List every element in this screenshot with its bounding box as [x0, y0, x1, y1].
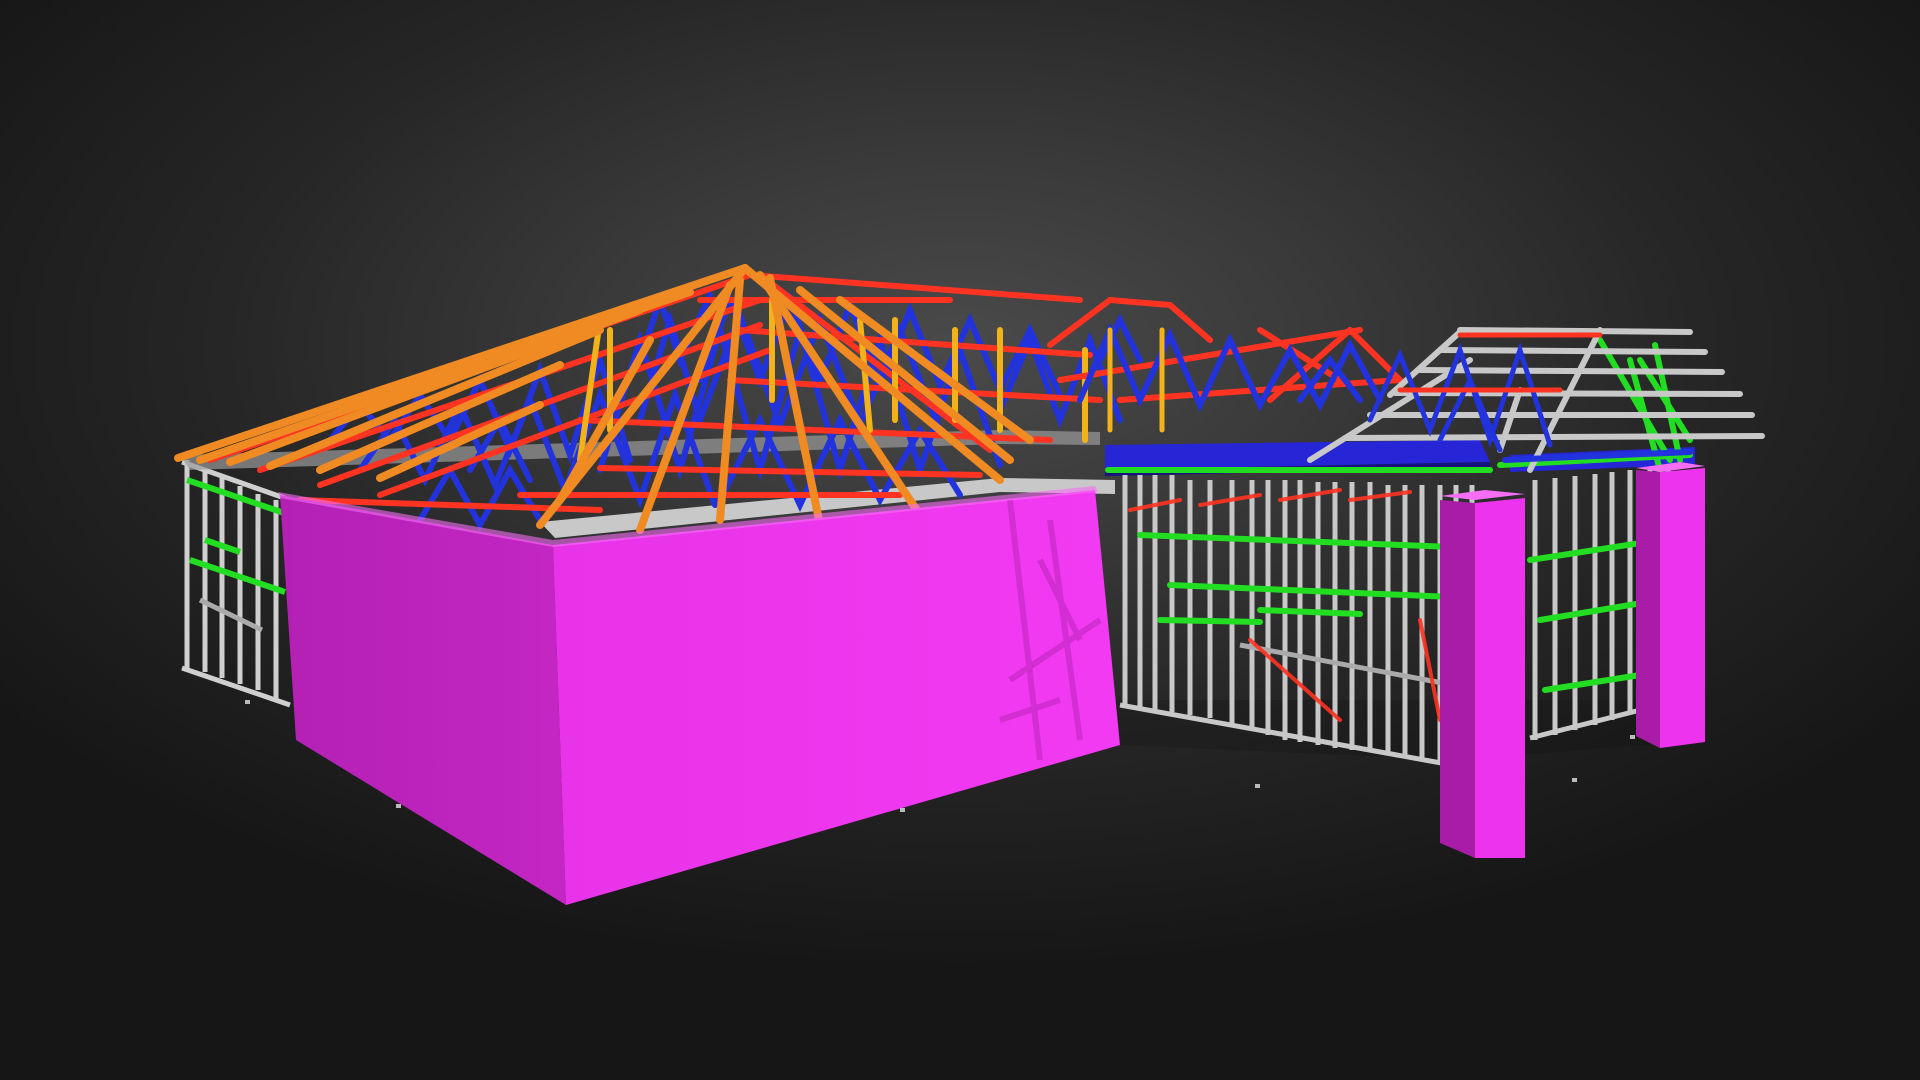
- front-wall-panel-block: [278, 486, 1120, 905]
- 3d-viewport[interactable]: [0, 0, 1920, 1080]
- right-column-front: [1440, 490, 1525, 858]
- right-column-back: [1636, 462, 1705, 748]
- house-frame-model: [174, 264, 1765, 905]
